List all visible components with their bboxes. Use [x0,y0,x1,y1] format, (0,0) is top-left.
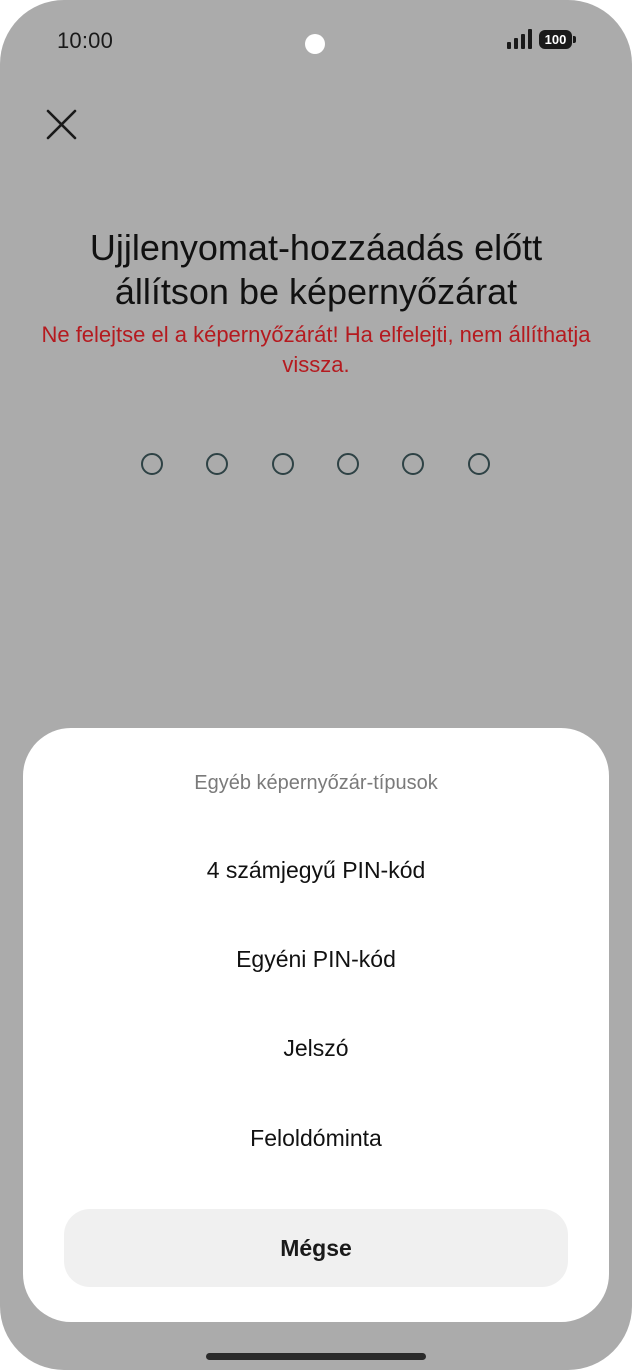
pin-entry-indicator [0,453,632,477]
option-password[interactable]: Jelszó [63,1018,569,1078]
cancel-button[interactable]: Mégse [64,1209,568,1287]
pin-dot [468,453,490,475]
option-custom-pin[interactable]: Egyéni PIN-kód [63,929,569,989]
signal-icon [507,29,532,49]
option-4-digit-pin[interactable]: 4 számjegyű PIN-kód [63,840,569,900]
pin-dot [272,453,294,475]
camera-cutout [305,34,325,54]
status-time: 10:00 [57,28,114,53]
warning-text: Ne felejtse el a képernyőzárát! Ha elfel… [41,322,591,377]
battery-icon: 100 [539,30,577,49]
screen: 10:00 100 Ujjlenyomat-hozzáadás előtt ál… [0,0,632,1370]
pin-dot [206,453,228,475]
status-bar: 10:00 100 [0,0,632,80]
option-pattern[interactable]: Feloldóminta [63,1108,569,1168]
lock-type-sheet: Egyéb képernyőzár-típusok 4 számjegyű PI… [23,728,609,1322]
close-icon [46,109,77,140]
battery-tip [573,36,576,43]
battery-level: 100 [539,30,572,49]
sheet-title: Egyéb képernyőzár-típusok [194,772,438,794]
pin-dot [141,453,163,475]
home-indicator[interactable] [206,1353,426,1360]
pin-dot [337,453,359,475]
close-button[interactable] [38,100,86,148]
pin-dot [402,453,424,475]
page-title: Ujjlenyomat-hozzáadás előtt állítson be … [89,227,543,312]
